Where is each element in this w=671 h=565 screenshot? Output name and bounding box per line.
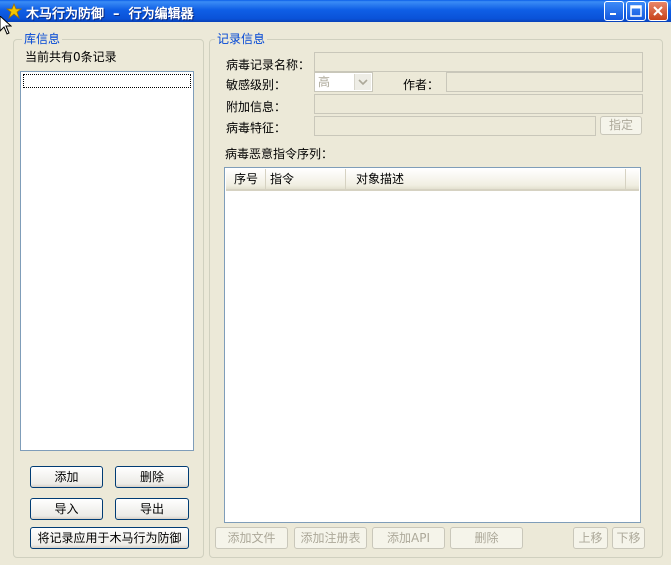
add-button[interactable]: 添加	[30, 466, 103, 488]
close-button[interactable]	[648, 1, 668, 21]
specify-button[interactable]: 指定	[600, 116, 642, 135]
virus-name-label: 病毒记录名称：	[226, 58, 311, 72]
window-title: 木马行为防御 – 行为编辑器	[26, 7, 194, 22]
sensitivity-value: 高	[318, 75, 331, 89]
extra-info-field[interactable]	[314, 94, 643, 114]
virus-name-field[interactable]	[314, 52, 643, 72]
author-label: 作者：	[403, 78, 440, 92]
delete-instruction-button[interactable]: 删除	[450, 527, 523, 549]
sensitivity-label: 敏感级别：	[226, 78, 287, 92]
sequence-label: 病毒恶意指令序列：	[225, 147, 334, 161]
dropdown-arrow-icon[interactable]	[354, 74, 371, 90]
column-header-instruction[interactable]: 指令	[266, 169, 346, 189]
signature-field[interactable]	[314, 116, 596, 136]
move-down-button[interactable]: 下移	[612, 527, 645, 549]
record-list[interactable]	[20, 71, 194, 451]
add-registry-button[interactable]: 添加注册表	[294, 527, 367, 549]
title-bar[interactable]: 木马行为防御 – 行为编辑器	[0, 0, 671, 22]
record-count-text: 当前共有0条记录	[25, 50, 117, 64]
add-file-button[interactable]: 添加文件	[215, 527, 288, 549]
author-field[interactable]	[446, 72, 643, 92]
list-header: 序号 指令 对象描述	[226, 169, 639, 191]
instruction-list[interactable]: 序号 指令 对象描述	[224, 167, 641, 523]
library-legend: 库信息	[22, 32, 63, 46]
minimize-button[interactable]	[604, 1, 624, 21]
record-legend: 记录信息	[215, 32, 268, 46]
list-focus-row	[23, 74, 191, 88]
extra-info-label: 附加信息：	[226, 100, 287, 114]
mouse-cursor-icon	[0, 16, 12, 35]
delete-button[interactable]: 删除	[115, 466, 189, 488]
sensitivity-select[interactable]: 高	[314, 72, 373, 92]
import-button[interactable]: 导入	[30, 498, 103, 520]
column-header-index[interactable]: 序号	[226, 169, 266, 189]
move-up-button[interactable]: 上移	[573, 527, 608, 549]
maximize-button[interactable]	[626, 1, 646, 21]
export-button[interactable]: 导出	[115, 498, 189, 520]
signature-label: 病毒特征：	[226, 121, 287, 135]
column-header-description[interactable]: 对象描述	[346, 169, 626, 189]
apply-to-defense-button[interactable]: 将记录应用于木马行为防御	[30, 527, 189, 549]
add-api-button[interactable]: 添加API	[372, 527, 445, 549]
